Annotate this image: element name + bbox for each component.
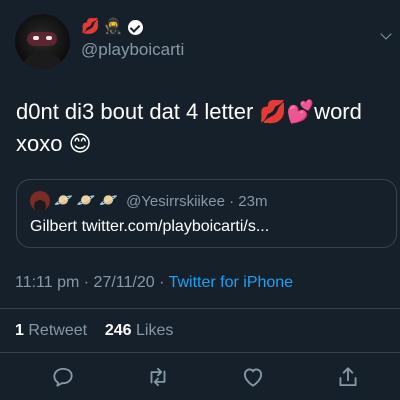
quoted-handle-time: @Yesirrskiikee · 23m	[126, 192, 268, 210]
avatar-face	[27, 32, 57, 46]
planet-emoji-icon: 🪐	[76, 192, 96, 209]
quoted-tweet-text: Gilbert twitter.com/playboicarti/s...	[30, 218, 270, 235]
tweet-metadata: 11:11 pm · 27/11/20 · Twitter for iPhone	[15, 274, 293, 292]
tweet-text: d0nt di3 bout dat 4 letter 💋💕word xoxo 😊	[16, 96, 391, 160]
chevron-down-icon[interactable]	[380, 28, 392, 40]
quoted-tweet-header: 🪐 🪐 🪐 @Yesirrskiikee · 23m	[30, 191, 267, 211]
verified-badge-icon	[128, 19, 144, 35]
tweet-timestamp[interactable]: 11:11 pm · 27/11/20 ·	[15, 274, 169, 291]
divider	[0, 308, 400, 309]
tweet-stats: 1 Retweet 246 Likes	[15, 322, 173, 340]
tweet-text-line: xoxo 😊	[16, 131, 92, 156]
share-icon[interactable]	[335, 364, 361, 390]
retweet-icon[interactable]	[145, 364, 171, 390]
likes-label: Likes	[136, 322, 174, 339]
reply-icon[interactable]	[50, 364, 76, 390]
tweet-text-line: d0nt di3 bout dat 4 letter 💋💕word	[16, 99, 362, 124]
avatar-eye-right	[46, 36, 52, 40]
name-emoji-ninja: 🥷	[103, 18, 123, 35]
likes-stat[interactable]: 246 Likes	[105, 322, 174, 339]
retweets-label: Retweet	[28, 322, 88, 339]
tweet-source-link[interactable]: Twitter for iPhone	[169, 274, 294, 291]
profile-avatar[interactable]	[15, 14, 70, 69]
quoted-avatar	[30, 191, 50, 211]
retweets-stat[interactable]: 1 Retweet	[15, 322, 87, 339]
quoted-tweet[interactable]: 🪐 🪐 🪐 @Yesirrskiikee · 23m Gilbert twitt…	[16, 179, 397, 248]
divider	[0, 352, 400, 353]
user-handle[interactable]: @playboicarti	[81, 40, 184, 60]
name-emoji-lips: 💋	[81, 18, 100, 35]
display-name[interactable]: 💋 🥷	[81, 18, 144, 36]
planet-emoji-icon: 🪐	[54, 192, 73, 209]
retweets-count: 1	[15, 322, 24, 339]
avatar-figure	[21, 52, 64, 69]
planet-emoji-icon: 🪐	[99, 192, 119, 209]
like-icon[interactable]	[240, 364, 266, 390]
avatar-eye-left	[33, 36, 39, 40]
likes-count: 246	[104, 322, 132, 339]
